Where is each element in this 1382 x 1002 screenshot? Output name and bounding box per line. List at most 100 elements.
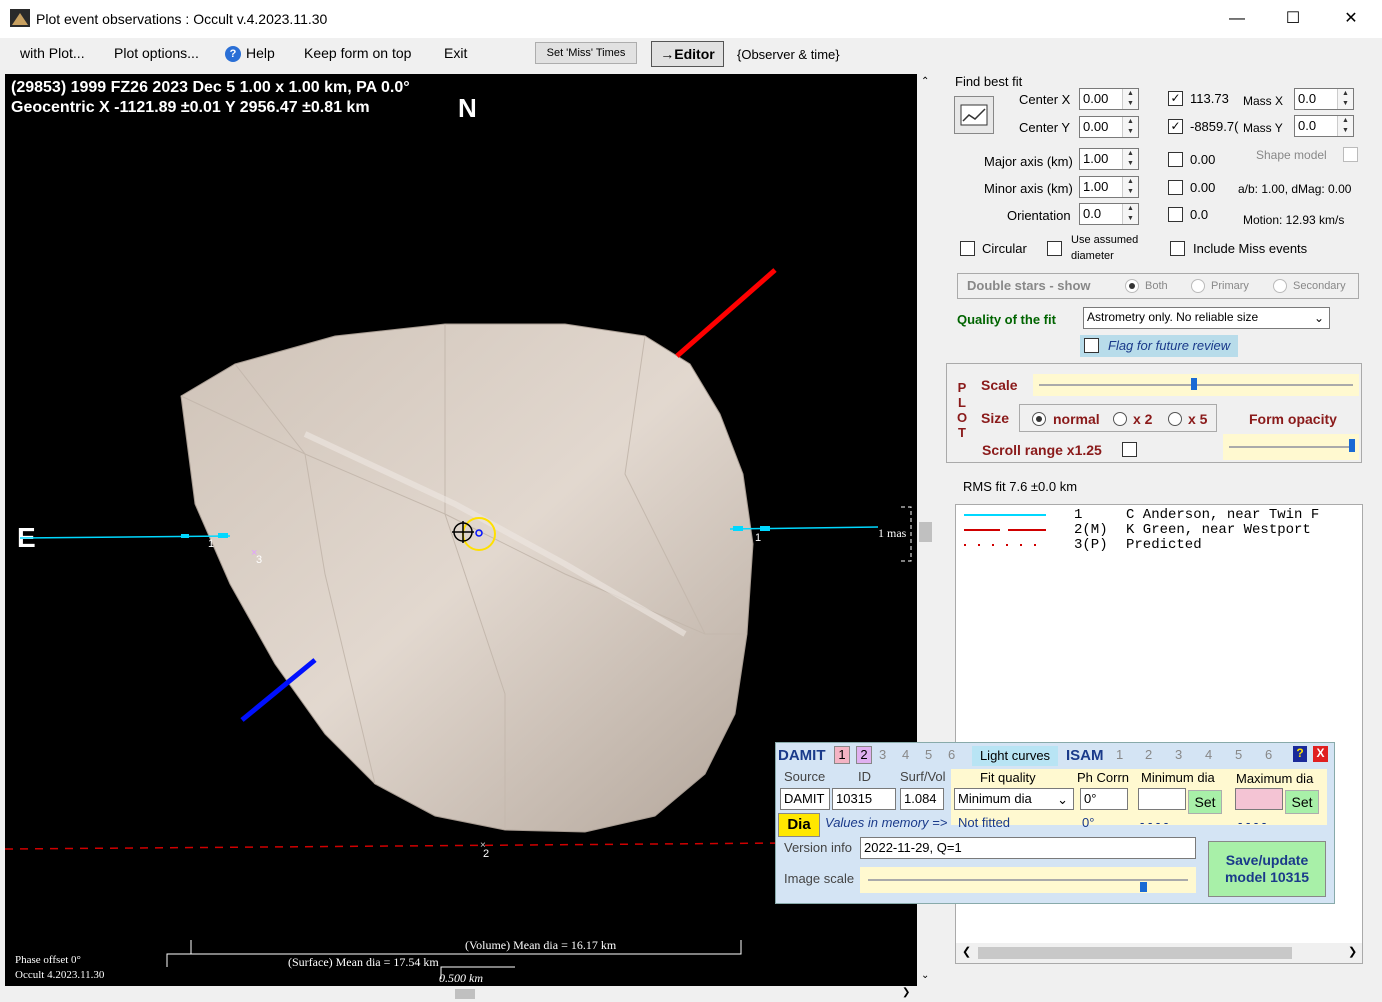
menu-plot-options[interactable]: Plot options... [114, 45, 199, 61]
save-update-model-button[interactable]: Save/update model 10315 [1208, 841, 1326, 897]
minor-axis-checkbox[interactable] [1168, 180, 1183, 195]
damit-panel: DAMIT 1 2 3 4 5 6 Light curves ISAM 1 2 … [775, 742, 1335, 904]
damit-tab-6[interactable]: 6 [948, 747, 955, 762]
version-info-field[interactable]: 2022-11-29, Q=1 [860, 837, 1196, 859]
minor-axis-input[interactable]: 1.00 ▲ ▼ [1079, 176, 1139, 198]
isam-tab-6[interactable]: 6 [1265, 747, 1272, 762]
orientation-checkbox[interactable] [1168, 207, 1183, 222]
damit-tab-2[interactable]: 2 [856, 746, 872, 764]
help-icon: ? [225, 46, 241, 62]
form-opacity-slider[interactable] [1223, 434, 1359, 460]
plot-controls-group: PLOT Scale Size normal x 2 x 5 Form opac… [946, 363, 1362, 463]
center-x-checkbox[interactable]: ✓ [1168, 91, 1183, 106]
menu-exit[interactable]: Exit [444, 45, 467, 61]
size-normal-radio[interactable] [1032, 412, 1046, 426]
quality-label: Quality of the fit [957, 312, 1056, 327]
damit-tab-1[interactable]: 1 [834, 746, 850, 764]
damit-tab-4[interactable]: 4 [902, 747, 909, 762]
surfvol-field[interactable]: 1.084 [900, 788, 944, 810]
center-x-label: Center X [1019, 92, 1071, 107]
minor-axis-result: 0.00 [1190, 180, 1216, 195]
source-field[interactable]: DAMIT [780, 788, 830, 810]
max-dia-set-button[interactable]: Set [1285, 790, 1319, 814]
scale-bar-label: 0.500 km [439, 971, 483, 985]
minimize-button[interactable]: — [1208, 0, 1266, 38]
secondary-radio[interactable] [1273, 279, 1287, 293]
damit-tab-3[interactable]: 3 [879, 747, 886, 762]
motion-label: Motion: 12.93 km/s [1243, 213, 1345, 227]
rms-fit-label: RMS fit 7.6 ±0.0 km [963, 479, 1078, 494]
major-axis-input[interactable]: 1.00 ▲ ▼ [1079, 148, 1139, 170]
min-dia-set-button[interactable]: Set [1188, 790, 1222, 814]
fit-quality-header: Fit quality [980, 770, 1036, 785]
best-fit-button[interactable] [954, 96, 994, 134]
double-stars-label: Double stars - show [967, 278, 1091, 293]
damit-close-icon[interactable]: X [1313, 746, 1328, 762]
legend-row-3-name: Predicted [1126, 537, 1202, 553]
damit-help-icon[interactable]: ? [1293, 746, 1307, 762]
size-x2-label: x 2 [1133, 411, 1153, 427]
max-dia-field[interactable] [1235, 788, 1283, 810]
set-miss-times-button[interactable]: Set 'Miss' Times [535, 42, 637, 64]
orientation-result: 0.0 [1190, 207, 1209, 222]
scroll-left-icon[interactable]: ❮ [962, 945, 971, 958]
version-info-label: Version info [784, 840, 852, 855]
center-y-input[interactable]: 0.00 ▲ ▼ [1079, 116, 1139, 138]
scroll-range-checkbox[interactable] [1122, 442, 1137, 457]
flag-review-checkbox[interactable] [1084, 338, 1099, 353]
menu-keep-on-top[interactable]: Keep form on top [304, 45, 411, 61]
major-axis-checkbox[interactable] [1168, 152, 1183, 167]
use-assumed-checkbox[interactable] [1047, 241, 1062, 256]
image-scale-slider[interactable] [860, 867, 1196, 893]
isam-tab-1[interactable]: 1 [1116, 747, 1123, 762]
ph-corr-field[interactable]: 0° [1080, 788, 1128, 810]
editor-button[interactable]: →Editor [651, 41, 724, 67]
image-scale-label: Image scale [784, 871, 855, 886]
damit-tab-5[interactable]: 5 [925, 747, 932, 762]
isam-tab-3[interactable]: 3 [1175, 747, 1182, 762]
scroll-right-icon[interactable]: ❯ [902, 987, 910, 998]
orientation-input[interactable]: 0.0 ▲ ▼ [1079, 203, 1139, 225]
menu-help[interactable]: Help [246, 45, 275, 61]
isam-tab-2[interactable]: 2 [1145, 747, 1152, 762]
min-dia-field[interactable] [1138, 788, 1186, 810]
dia-button[interactable]: Dia [778, 813, 820, 837]
mass-x-input[interactable]: 0.0 ▲ ▼ [1294, 88, 1354, 110]
menu-with-plot[interactable]: with Plot... [20, 45, 85, 61]
scale-slider[interactable] [1033, 374, 1359, 396]
scroll-right-icon[interactable]: ❯ [1348, 945, 1357, 958]
quality-select[interactable]: Astrometry only. No reliable size ⌄ [1083, 307, 1330, 329]
circular-checkbox[interactable] [960, 241, 975, 256]
size-x5-radio[interactable] [1168, 412, 1182, 426]
chevron-down-icon: ⌄ [1057, 792, 1068, 807]
id-field[interactable]: 10315 [832, 788, 896, 810]
not-fitted-label: Not fitted [958, 815, 1011, 830]
scroll-up-icon[interactable]: ⌃ [921, 76, 929, 87]
size-normal-label: normal [1053, 411, 1100, 427]
chevron-down-icon: ⌄ [1313, 311, 1324, 325]
legend-horizontal-scrollbar[interactable]: ❮ ❯ [956, 943, 1362, 963]
isam-tab-4[interactable]: 4 [1205, 747, 1212, 762]
observer-time-label[interactable]: {Observer & time} [737, 47, 840, 62]
close-button[interactable]: ✕ [1322, 0, 1380, 38]
scroll-down-icon[interactable]: ⌄ [921, 970, 929, 981]
asteroid-shape [180, 323, 754, 833]
plot-vertical-label: PLOT [957, 380, 968, 440]
secondary-label: Secondary [1293, 280, 1346, 292]
scroll-range-label: Scroll range x1.25 [982, 442, 1102, 458]
isam-tab-5[interactable]: 5 [1235, 747, 1242, 762]
damit-title: DAMIT [778, 747, 826, 764]
center-y-checkbox[interactable]: ✓ [1168, 119, 1183, 134]
volume-dia-label: (Volume) Mean dia = 16.17 km [465, 938, 617, 952]
light-curves-button[interactable]: Light curves [972, 746, 1058, 766]
primary-radio[interactable] [1191, 279, 1205, 293]
size-x2-radio[interactable] [1113, 412, 1127, 426]
shape-model-checkbox[interactable] [1343, 147, 1358, 162]
center-x-input[interactable]: 0.00 ▲ ▼ [1079, 88, 1139, 110]
mass-y-input[interactable]: 0.0 ▲ ▼ [1294, 115, 1354, 137]
both-radio[interactable] [1125, 279, 1139, 293]
fit-quality-select[interactable]: Minimum dia ⌄ [954, 788, 1074, 810]
plot-horizontal-scrollbar[interactable]: ❯ [5, 986, 917, 1002]
include-miss-checkbox[interactable] [1170, 241, 1185, 256]
maximize-button[interactable]: ☐ [1264, 0, 1322, 38]
